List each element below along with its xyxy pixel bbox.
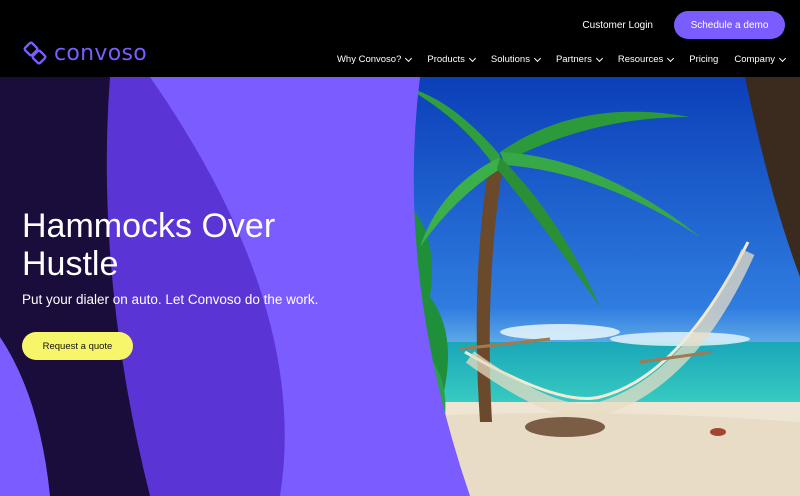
hero-headline-line2: Hustle [22,245,119,283]
customer-login-link[interactable]: Customer Login [582,20,653,31]
nav-item-solutions[interactable]: Solutions [490,54,541,65]
nav-item-partners[interactable]: Partners [555,54,603,65]
chevron-down-icon [405,54,413,62]
hero-subheadline: Put your dialer on auto. Let Convoso do … [22,292,319,307]
nav-item-label: Solutions [490,54,530,65]
nav-item-label: Pricing [689,54,719,65]
chevron-down-icon [468,54,476,62]
chevron-down-icon [533,54,541,62]
nav-item-company[interactable]: Company [734,54,787,65]
hero-background [0,77,800,496]
top-links: Customer Login Schedule a demo [582,11,785,39]
convoso-logo[interactable]: convoso [22,40,147,66]
nav-item-label: Partners [555,54,592,65]
chevron-down-icon [667,54,675,62]
nav-item-resources[interactable]: Resources [617,54,675,65]
convoso-logo-icon [23,41,47,65]
chevron-down-icon [595,54,603,62]
hero-section: Hammocks Over Hustle Put your dialer on … [0,77,800,496]
nav-item-why-convoso[interactable]: Why Convoso? [336,54,413,65]
beach-hammock-photo [400,77,800,496]
hero-headline: Hammocks Over Hustle [22,207,275,283]
logo-wordmark: convoso [54,40,148,66]
nav-item-pricing[interactable]: Pricing [689,54,718,65]
nav-item-products[interactable]: Products [427,54,476,65]
schedule-demo-button[interactable]: Schedule a demo [674,11,785,39]
nav-item-label: Products [427,54,465,65]
request-quote-button[interactable]: Request a quote [22,332,133,360]
chevron-down-icon [778,54,787,62]
hero-headline-line1: Hammocks Over [22,207,276,245]
site-header: convoso Customer Login Schedule a demo W… [0,0,800,77]
main-nav: Why Convoso? Products Solutions Partners… [336,54,787,65]
nav-item-label: Why Convoso? [336,54,402,65]
nav-item-label: Company [734,54,775,65]
nav-item-label: Resources [617,54,664,65]
